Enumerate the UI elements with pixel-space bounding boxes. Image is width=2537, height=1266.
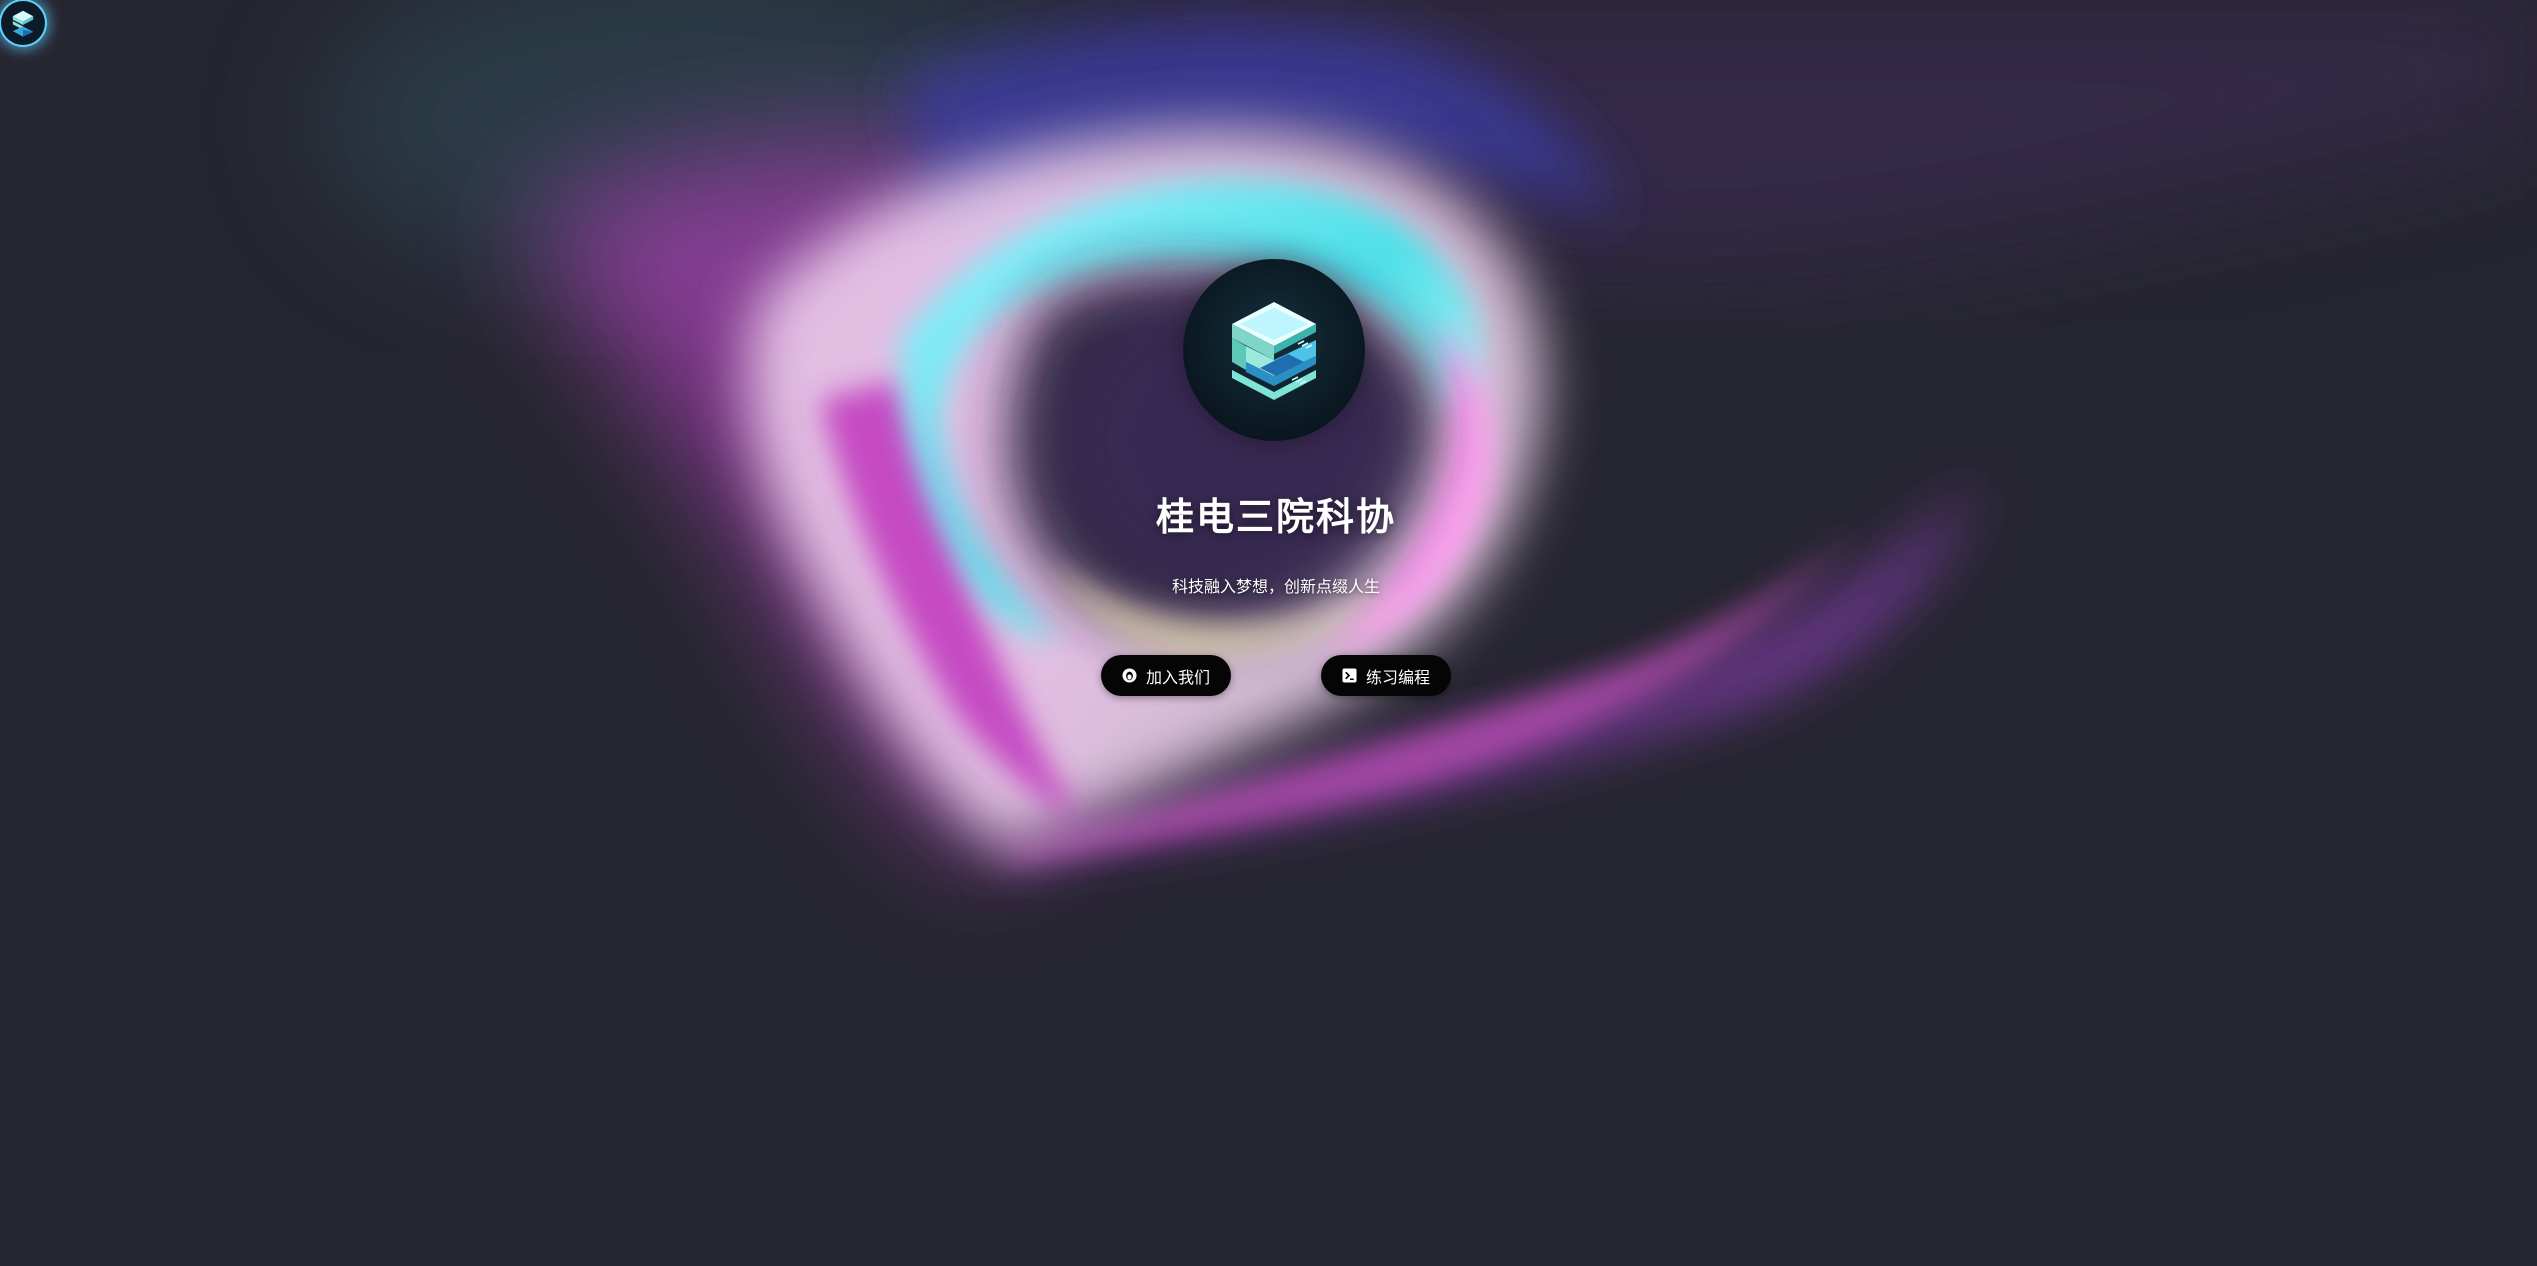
hero-logo [1183,259,1365,441]
corner-logo-button[interactable] [1,1,45,45]
practice-coding-button[interactable]: 练习编程 [1321,655,1451,696]
qq-penguin-icon [1122,668,1138,684]
circuit-s-logo-icon [12,10,34,37]
site-slogan: 科技融入梦想，创新点缀人生 [1171,577,1380,596]
background-fluid-art [320,0,2537,861]
join-us-button[interactable]: 加入我们 [1101,655,1231,696]
join-us-label: 加入我们 [1145,667,1210,687]
terminal-icon [1342,668,1358,684]
landing-page: 桂电三院科协 科技融入梦想，创新点缀人生 加入我们 练习编程 [0,0,2537,1266]
circuit-s-logo-icon [1232,302,1316,400]
practice-coding-label: 练习编程 [1365,667,1430,687]
site-title: 桂电三院科协 [1155,495,1396,539]
